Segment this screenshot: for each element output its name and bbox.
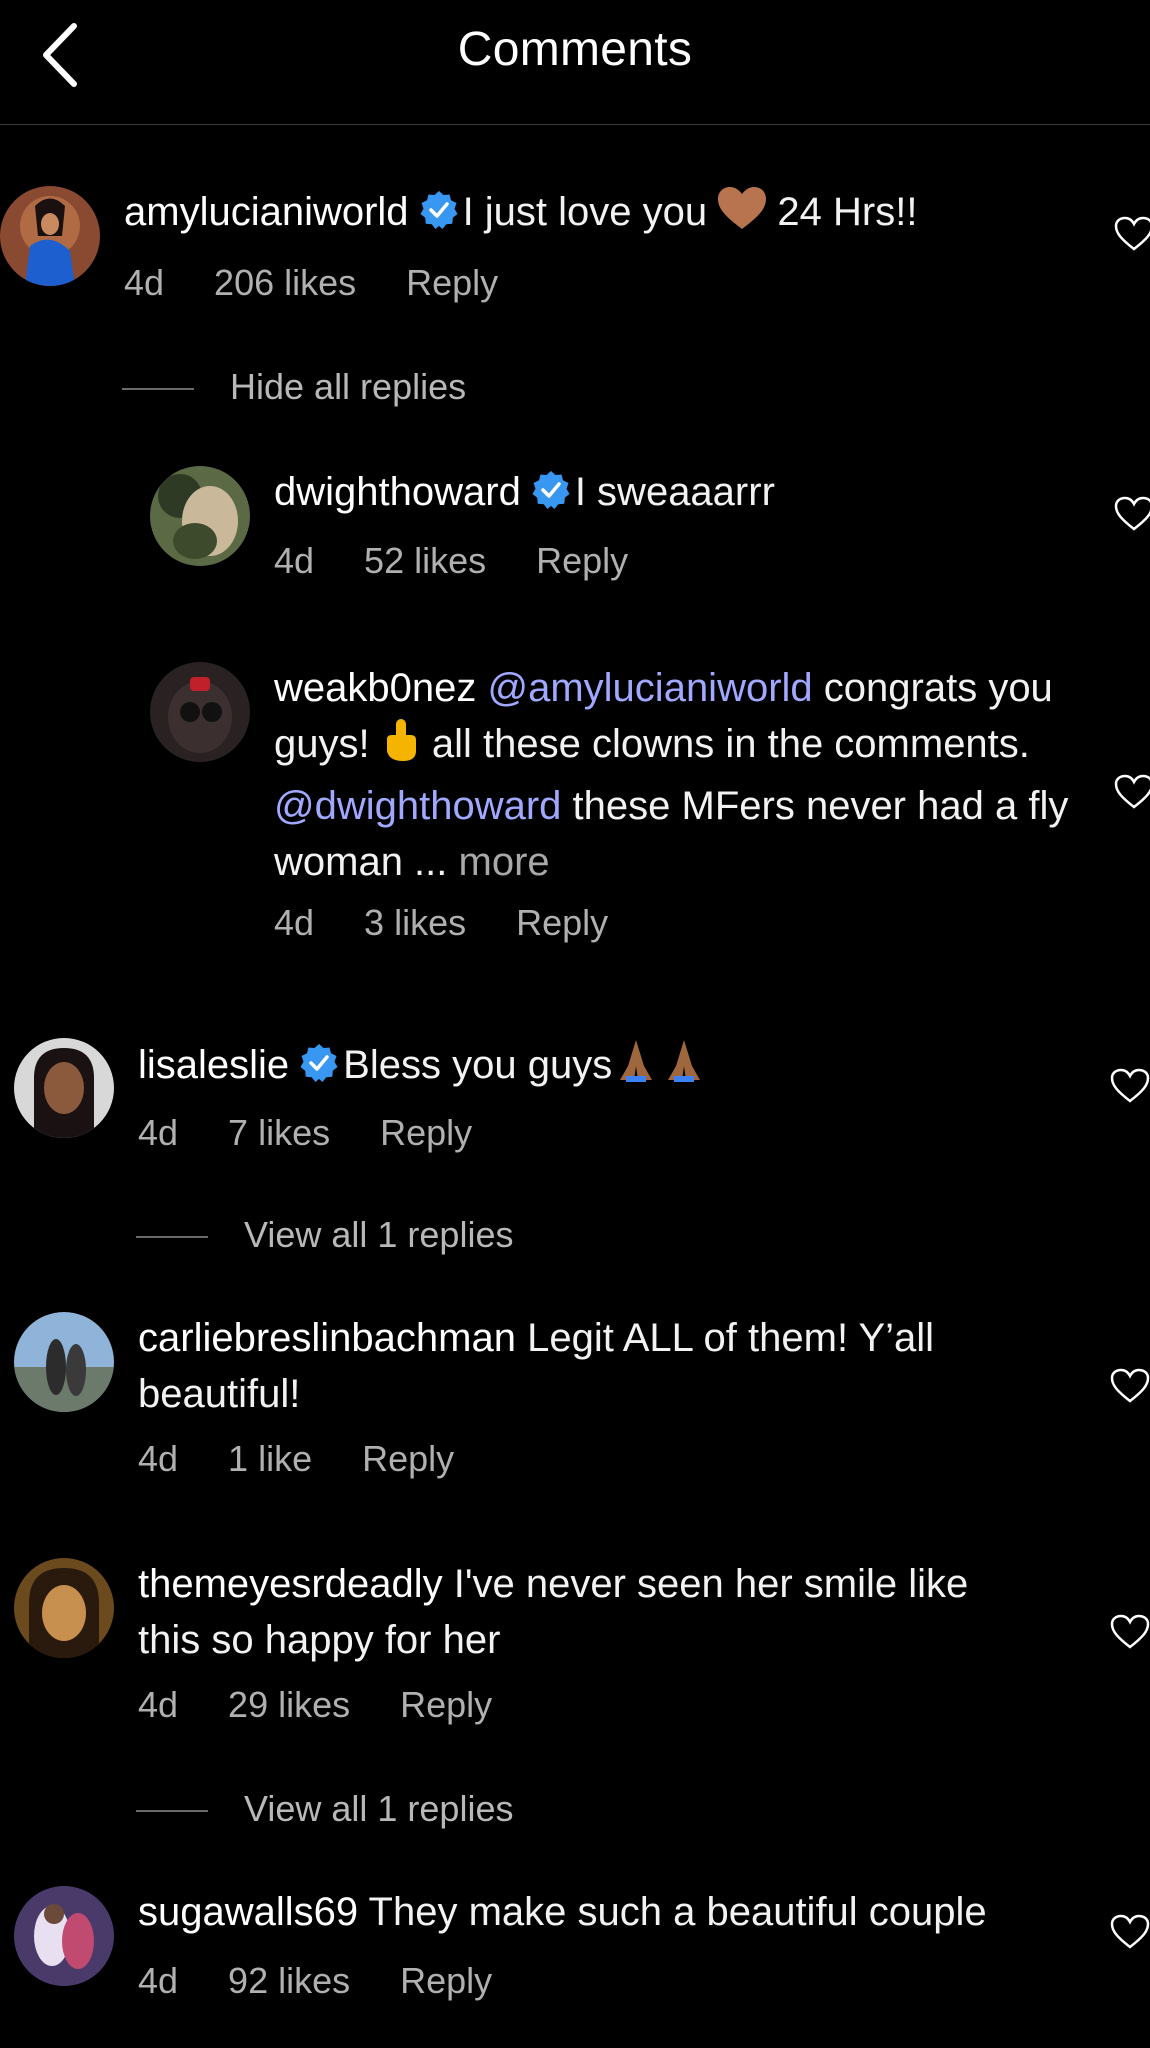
header-bar: Comments: [0, 0, 1150, 125]
hide-replies-button[interactable]: Hide all replies: [122, 366, 466, 408]
thread-label: View all 1 replies: [244, 1214, 514, 1255]
comment-body: I just love you: [462, 190, 708, 234]
reply-button[interactable]: Reply: [400, 1684, 492, 1725]
comment-username[interactable]: carliebreslinbachman: [138, 1316, 516, 1360]
comment-text: sugawalls69 They make such a beautiful c…: [138, 1884, 1068, 1940]
reply-button[interactable]: Reply: [406, 262, 498, 303]
comment-meta: 4d 7 likes Reply: [138, 1112, 522, 1154]
reply-button[interactable]: Reply: [362, 1438, 454, 1479]
comment-meta: 4d 206 likes Reply: [124, 262, 548, 304]
mention-link[interactable]: @dwighthoward: [274, 784, 561, 828]
reply-button[interactable]: Reply: [380, 1112, 472, 1153]
comment-meta: 4d 1 like Reply: [138, 1438, 504, 1480]
comment-likes[interactable]: 7 likes: [228, 1112, 330, 1153]
comment-text: lisaleslie Bless you guys: [138, 1036, 1038, 1099]
heart-outline-icon[interactable]: [1110, 1614, 1150, 1650]
comment-text: weakb0nez @amylucianiworld congrats you …: [274, 660, 1074, 890]
verified-badge-icon: [299, 1042, 339, 1082]
comment-time: 4d: [274, 902, 315, 943]
page-title: Comments: [457, 23, 693, 76]
comment-body-cont: all these clowns in the comments.: [431, 722, 1030, 766]
comment-likes[interactable]: 29 likes: [228, 1684, 350, 1725]
comment-time: 4d: [138, 1684, 179, 1725]
comment-body: Bless you guys: [343, 1043, 613, 1087]
thread-divider: [136, 1810, 208, 1813]
comment-text: themeyesrdeadly I've never seen her smil…: [138, 1556, 1038, 1668]
comment-meta: 4d 92 likes Reply: [138, 1960, 542, 2002]
thread-divider: [136, 1236, 208, 1239]
comment-username[interactable]: amylucianiworld: [124, 190, 409, 234]
comment-time: 4d: [124, 262, 165, 303]
reply-button[interactable]: Reply: [516, 902, 608, 943]
mention-link[interactable]: @amylucianiworld: [488, 666, 813, 710]
heart-outline-icon[interactable]: [1110, 1068, 1150, 1104]
comment-meta: 4d 3 likes Reply: [274, 902, 658, 944]
brown-heart-emoji: [718, 187, 767, 246]
view-replies-button[interactable]: View all 1 replies: [136, 1788, 513, 1830]
avatar[interactable]: [14, 1558, 114, 1658]
reply-button[interactable]: Reply: [400, 1960, 492, 2001]
praying-hands-emoji: [612, 1036, 708, 1099]
avatar[interactable]: [150, 466, 250, 566]
comment-body-tail: 24 Hrs!!: [777, 190, 918, 234]
comment-username[interactable]: themeyesrdeadly: [138, 1562, 443, 1606]
comment-meta: 4d 29 likes Reply: [138, 1684, 542, 1726]
avatar[interactable]: [150, 662, 250, 762]
comment-time: 4d: [138, 1438, 179, 1479]
comment-username[interactable]: weakb0nez: [274, 666, 476, 710]
comment-text: carliebreslinbachman Legit ALL of them! …: [138, 1310, 1038, 1422]
comment-time: 4d: [274, 540, 315, 581]
comment-username[interactable]: dwighthoward: [274, 470, 521, 514]
thread-label: View all 1 replies: [244, 1788, 514, 1829]
avatar[interactable]: [14, 1886, 114, 1986]
comment-meta: 4d 52 likes Reply: [274, 540, 678, 582]
comment-username[interactable]: sugawalls69: [138, 1890, 358, 1934]
comment-likes[interactable]: 206 likes: [214, 262, 356, 303]
middle-finger-emoji: [381, 717, 421, 778]
heart-outline-icon[interactable]: [1114, 216, 1150, 252]
more-link[interactable]: more: [459, 840, 550, 884]
thread-label: Hide all replies: [230, 366, 467, 407]
comment-username[interactable]: lisaleslie: [138, 1043, 289, 1087]
view-replies-button[interactable]: View all 1 replies: [136, 1214, 513, 1256]
verified-badge-icon: [531, 469, 571, 509]
comment-body: I sweaaarrr: [574, 470, 775, 514]
comment-body: They make such a beautiful couple: [368, 1890, 987, 1934]
comment-likes[interactable]: 92 likes: [228, 1960, 350, 2001]
comment-likes[interactable]: 3 likes: [364, 902, 466, 943]
comment-time: 4d: [138, 1960, 179, 2001]
heart-outline-icon[interactable]: [1110, 1914, 1150, 1950]
comment-text: dwighthoward I sweaaarrr: [274, 464, 1074, 520]
avatar[interactable]: [0, 186, 100, 286]
verified-badge-icon: [419, 189, 459, 229]
thread-divider: [122, 388, 194, 391]
comment-time: 4d: [138, 1112, 179, 1153]
heart-outline-icon[interactable]: [1114, 496, 1150, 532]
comment-likes[interactable]: 1 like: [228, 1438, 312, 1479]
heart-outline-icon[interactable]: [1110, 1368, 1150, 1404]
comment-likes[interactable]: 52 likes: [364, 540, 486, 581]
comment-text: amylucianiworld I just love you 24 Hrs!!: [124, 184, 1004, 246]
avatar[interactable]: [14, 1038, 114, 1138]
heart-outline-icon[interactable]: [1114, 774, 1150, 810]
avatar[interactable]: [14, 1312, 114, 1412]
reply-button[interactable]: Reply: [536, 540, 628, 581]
